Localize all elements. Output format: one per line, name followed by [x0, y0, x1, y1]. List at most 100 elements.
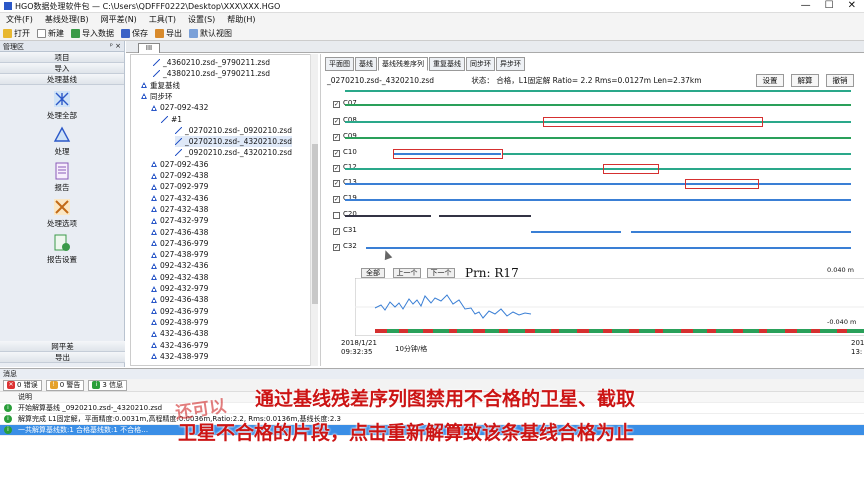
- report-settings-button[interactable]: 报告设置: [0, 234, 124, 265]
- tree-item[interactable]: 027-436-438: [151, 227, 208, 238]
- satellite-residual-bar[interactable]: [345, 90, 851, 92]
- menu-file[interactable]: 文件(F): [0, 14, 39, 25]
- nav-all-button[interactable]: 全部: [361, 268, 385, 278]
- satellite-residual-bar[interactable]: [345, 183, 851, 185]
- loop-icon: [151, 206, 157, 213]
- satellite-residual-bar[interactable]: [345, 199, 851, 201]
- process-button[interactable]: 处理: [0, 126, 124, 157]
- menu-help[interactable]: 帮助(H): [221, 14, 261, 25]
- tree-item[interactable]: _0270210.zsd-_0920210.zsd: [175, 125, 292, 136]
- tree-item[interactable]: 027-432-438: [151, 204, 208, 215]
- menu-settings[interactable]: 设置(S): [182, 14, 221, 25]
- tree-item[interactable]: #1: [161, 114, 182, 125]
- tab-async-loop[interactable]: 异步环: [496, 57, 525, 71]
- save-button[interactable]: 保存: [121, 28, 148, 39]
- tree-item[interactable]: 同步环: [141, 91, 173, 102]
- satellite-checkbox[interactable]: [333, 212, 340, 219]
- disabled-segment[interactable]: [685, 179, 759, 189]
- disabled-segment[interactable]: [603, 164, 659, 174]
- satellite-residual-bar[interactable]: [439, 215, 531, 217]
- satellite-residual-bar[interactable]: [631, 231, 851, 233]
- satellite-residual-bar[interactable]: [345, 215, 431, 217]
- tree-item[interactable]: 092-432-436: [151, 260, 208, 271]
- filter-errors[interactable]: ✕ 0 错误: [3, 379, 42, 391]
- tab-baseline[interactable]: 基线: [355, 57, 377, 71]
- tree-item[interactable]: 027-432-979: [151, 215, 208, 226]
- tree-item[interactable]: 027-092-436: [151, 159, 208, 170]
- settings-button[interactable]: 设置: [756, 74, 784, 87]
- tree-item[interactable]: 027-092-979: [151, 181, 208, 192]
- satellite-residual-bar[interactable]: [345, 168, 851, 170]
- disabled-segment[interactable]: [543, 117, 763, 127]
- satellite-residual-bar[interactable]: [345, 104, 851, 106]
- panel-row-import[interactable]: 导入: [0, 63, 124, 74]
- pin-close-icon[interactable]: ᵖ ×: [110, 42, 121, 50]
- tree-item[interactable]: 092-438-979: [151, 317, 208, 328]
- satellite-checkbox[interactable]: ✓: [333, 165, 340, 172]
- nav-next-button[interactable]: 下一个: [427, 268, 455, 278]
- scrollbar-thumb[interactable]: [312, 144, 318, 304]
- tree-item[interactable]: _4380210.zsd-_9790211.zsd: [153, 68, 270, 79]
- panel-row-export[interactable]: 导出: [0, 352, 125, 363]
- satellite-checkbox[interactable]: ✓: [333, 134, 340, 141]
- tab-repeat-baseline[interactable]: 重复基线: [429, 57, 465, 71]
- report-button[interactable]: 报告: [0, 162, 124, 193]
- tree-item[interactable]: 092-432-979: [151, 283, 208, 294]
- satellite-residual-bar[interactable]: [531, 231, 621, 233]
- minimize-button[interactable]: —: [801, 0, 811, 12]
- export-button[interactable]: 导出: [155, 28, 182, 39]
- process-all-button[interactable]: 处理全部: [0, 90, 124, 121]
- document-tab[interactable]: III: [138, 43, 160, 53]
- satellite-checkbox[interactable]: ✓: [333, 118, 340, 125]
- panel-row-project[interactable]: 项目: [0, 52, 124, 63]
- satellite-checkbox[interactable]: ✓: [333, 196, 340, 203]
- tree-item[interactable]: 092-432-438: [151, 272, 208, 283]
- tree-item[interactable]: _0270210.zsd-_4320210.zsd: [175, 136, 292, 148]
- satellite-checkbox[interactable]: ✓: [333, 101, 340, 108]
- satellite-checkbox[interactable]: ✓: [333, 228, 340, 235]
- nav-prev-button[interactable]: 上一个: [393, 268, 421, 278]
- tree-item[interactable]: 432-436-979: [151, 340, 208, 351]
- satellite-checkbox[interactable]: ✓: [333, 180, 340, 187]
- tree-item[interactable]: 432-436-438: [151, 328, 208, 339]
- filter-info[interactable]: i3 信息: [88, 379, 128, 391]
- close-button[interactable]: ✕: [848, 0, 856, 12]
- tab-residual-series[interactable]: 基线残差序列: [378, 57, 428, 71]
- tree-item[interactable]: 092-436-438: [151, 294, 208, 305]
- undo-button[interactable]: 撤销: [826, 74, 854, 87]
- filter-warnings[interactable]: ! 0 警告: [45, 379, 85, 391]
- tree-item[interactable]: 027-092-432: [151, 102, 208, 113]
- satellite-checkbox[interactable]: ✓: [333, 244, 340, 251]
- menu-network[interactable]: 网平差(N): [95, 14, 143, 25]
- tree-item[interactable]: 432-438-979: [151, 351, 208, 362]
- menu-baseline[interactable]: 基线处理(B): [39, 14, 95, 25]
- panel-row-network-adjust[interactable]: 网平差: [0, 341, 125, 352]
- satellite-residual-bar[interactable]: [345, 137, 851, 139]
- tree-item[interactable]: 027-092-438: [151, 170, 208, 181]
- tree-scrollbar[interactable]: [310, 54, 318, 366]
- baseline-icon: [175, 126, 182, 134]
- network-icon: [54, 91, 70, 107]
- maximize-button[interactable]: ☐: [825, 0, 834, 12]
- tab-plan[interactable]: 平面图: [325, 57, 354, 71]
- tree-item[interactable]: 重复基线: [141, 80, 180, 91]
- satellite-residual-bar[interactable]: [503, 153, 851, 155]
- tree-item[interactable]: 027-432-436: [151, 193, 208, 204]
- tree-item[interactable]: _4360210.zsd-_9790211.zsd: [153, 57, 270, 68]
- tree-item[interactable]: _0920210.zsd-_4320210.zsd: [175, 147, 292, 158]
- panel-row-process-baseline[interactable]: 处理基线: [0, 74, 124, 85]
- open-button[interactable]: 打开: [3, 28, 30, 39]
- tab-sync-loop[interactable]: 同步环: [466, 57, 495, 71]
- menu-tools[interactable]: 工具(T): [143, 14, 182, 25]
- import-data-button[interactable]: 导入数据: [71, 28, 114, 39]
- disabled-segment[interactable]: [393, 149, 503, 159]
- tree-item[interactable]: 027-438-979: [151, 249, 208, 260]
- satellite-residual-bar[interactable]: [366, 247, 851, 249]
- solve-button[interactable]: 解算: [791, 74, 819, 87]
- tree-item[interactable]: 027-436-979: [151, 238, 208, 249]
- new-button[interactable]: 新建: [37, 28, 64, 39]
- process-options-button[interactable]: 处理选项: [0, 198, 124, 229]
- tree-item[interactable]: 092-436-979: [151, 306, 208, 317]
- default-view-button[interactable]: 默认视图: [189, 28, 232, 39]
- satellite-checkbox[interactable]: ✓: [333, 150, 340, 157]
